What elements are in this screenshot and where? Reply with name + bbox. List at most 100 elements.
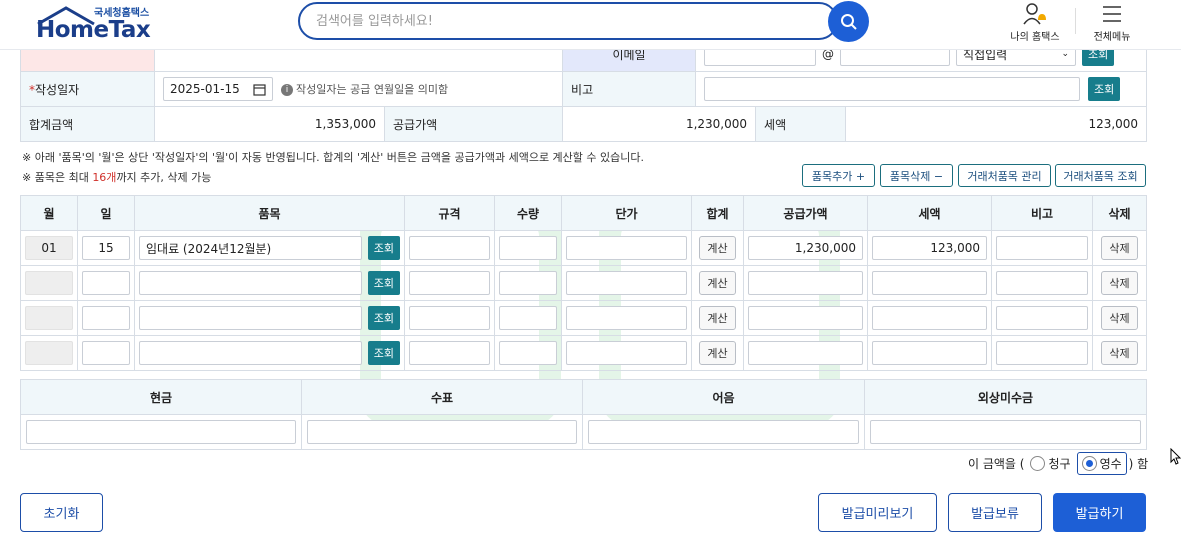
- tax-amount-value: 123,000: [845, 106, 1148, 142]
- item-remarks-input[interactable]: [996, 306, 1088, 330]
- total-amount-value: 1,353,000: [154, 106, 385, 142]
- day-input[interactable]: [82, 236, 130, 260]
- item-remarks-input[interactable]: [996, 271, 1088, 295]
- spec-input[interactable]: [409, 306, 490, 330]
- supply-input[interactable]: [748, 236, 863, 260]
- col-day: 일: [77, 195, 135, 231]
- delete-row-button[interactable]: 삭제: [1101, 271, 1138, 295]
- amount-type-selector: 이 금액을 ( 청구 영수 ) 함: [968, 452, 1148, 475]
- delete-row-button[interactable]: 삭제: [1101, 236, 1138, 260]
- search-input[interactable]: [300, 4, 800, 38]
- qty-input[interactable]: [499, 236, 557, 260]
- table-row: 조회 계산 삭제: [20, 300, 1147, 336]
- supply-amount-label: 공급가액: [383, 106, 564, 142]
- tax-amount-label: 세액: [755, 106, 847, 142]
- calc-button[interactable]: 계산: [699, 271, 736, 295]
- amount-prefix: 이 금액을 (: [968, 457, 1025, 471]
- receivable-input[interactable]: [870, 420, 1141, 444]
- supply-input[interactable]: [748, 271, 863, 295]
- qty-input[interactable]: [499, 306, 557, 330]
- payment-table: 현금 수표 어음 외상미수금: [20, 379, 1147, 450]
- col-tax: 세액: [867, 195, 992, 231]
- supply-input[interactable]: [748, 306, 863, 330]
- calendar-icon[interactable]: [253, 83, 266, 96]
- col-note: 어음: [582, 379, 865, 415]
- my-hometax-label: 나의 홈택스: [1010, 32, 1060, 43]
- hold-issue-button[interactable]: 발급보류: [948, 493, 1042, 532]
- remove-item-button[interactable]: 품목삭제 −: [880, 164, 953, 187]
- check-input[interactable]: [307, 420, 577, 444]
- add-item-button[interactable]: 품목추가 +: [802, 164, 875, 187]
- supply-input[interactable]: [748, 341, 863, 365]
- date-input[interactable]: 2025-01-15: [163, 77, 273, 101]
- month-field: [25, 306, 73, 330]
- search-button[interactable]: [828, 1, 869, 42]
- qty-input[interactable]: [499, 341, 557, 365]
- radio-receipt-option[interactable]: 영수: [1076, 452, 1127, 475]
- issue-button[interactable]: 발급하기: [1053, 493, 1146, 532]
- full-menu-label: 전체메뉴: [1093, 32, 1131, 43]
- col-delete: 삭제: [1092, 195, 1147, 231]
- unit-price-input[interactable]: [566, 236, 687, 260]
- item-lookup-button[interactable]: 조회: [367, 306, 400, 330]
- col-item: 품목: [134, 195, 405, 231]
- day-input[interactable]: [82, 271, 130, 295]
- promissory-note-input[interactable]: [588, 420, 859, 444]
- logo-text: HomeTax: [36, 17, 151, 43]
- tax-input[interactable]: [872, 341, 987, 365]
- radio-receipt[interactable]: [1081, 456, 1097, 471]
- remarks-lookup-button[interactable]: 조회: [1088, 77, 1121, 101]
- tax-input[interactable]: [872, 306, 987, 330]
- col-check: 수표: [301, 379, 583, 415]
- radio-claim[interactable]: [1030, 456, 1046, 471]
- item-name-input[interactable]: [139, 271, 362, 295]
- cash-input[interactable]: [26, 420, 296, 444]
- manage-partner-items-button[interactable]: 거래처품목 관리: [958, 164, 1051, 187]
- col-sum: 합계: [691, 195, 744, 231]
- hometax-logo[interactable]: 국세청홈택스 HomeTax: [36, 4, 156, 44]
- spec-input[interactable]: [409, 271, 490, 295]
- amount-suffix: ) 함: [1128, 457, 1149, 471]
- day-input[interactable]: [82, 341, 130, 365]
- tax-input[interactable]: [872, 271, 987, 295]
- item-name-input[interactable]: [139, 341, 362, 365]
- item-lookup-button[interactable]: 조회: [367, 236, 400, 260]
- item-lookup-button[interactable]: 조회: [367, 271, 400, 295]
- radio-claim-option[interactable]: 청구: [1030, 455, 1071, 472]
- invoice-info-table: 이메일 @ 직접입력 ⌄ 조회 *작성일자 2025-01-15 i 작성일자는…: [20, 36, 1148, 142]
- calc-button[interactable]: 계산: [699, 236, 736, 260]
- item-name-input[interactable]: [139, 306, 362, 330]
- delete-row-button[interactable]: 삭제: [1101, 306, 1138, 330]
- date-label: *작성일자: [20, 71, 155, 107]
- my-hometax-button[interactable]: 나의 홈택스: [1007, 2, 1063, 43]
- preview-issue-button[interactable]: 발급미리보기: [818, 493, 937, 532]
- month-field: [25, 341, 73, 365]
- search-box: [298, 2, 838, 40]
- delete-row-button[interactable]: 삭제: [1101, 341, 1138, 365]
- col-supply: 공급가액: [743, 195, 868, 231]
- chevron-down-icon: ⌄: [1061, 49, 1070, 59]
- col-month: 월: [20, 195, 78, 231]
- reset-button[interactable]: 초기화: [20, 493, 103, 532]
- items-table: 월 일 품목 규격 수량 단가 합계 공급가액 세액 비고 삭제 01 조회 계…: [20, 195, 1147, 371]
- lookup-partner-items-button[interactable]: 거래처품목 조회: [1055, 164, 1146, 187]
- qty-input[interactable]: [499, 271, 557, 295]
- item-remarks-input[interactable]: [996, 341, 1088, 365]
- remarks-input[interactable]: [704, 77, 1081, 101]
- supply-amount-value: 1,230,000: [562, 106, 757, 142]
- tax-input[interactable]: [872, 236, 987, 260]
- spec-input[interactable]: [409, 236, 490, 260]
- item-lookup-button[interactable]: 조회: [367, 341, 400, 365]
- unit-price-input[interactable]: [566, 306, 687, 330]
- day-input[interactable]: [82, 306, 130, 330]
- unit-price-input[interactable]: [566, 341, 687, 365]
- spec-input[interactable]: [409, 341, 490, 365]
- date-value: 2025-01-15: [170, 82, 240, 96]
- info-icon: i: [281, 84, 293, 96]
- full-menu-button[interactable]: 전체메뉴: [1088, 2, 1136, 43]
- unit-price-input[interactable]: [566, 271, 687, 295]
- calc-button[interactable]: 계산: [699, 341, 736, 365]
- item-name-input[interactable]: [139, 236, 362, 260]
- item-remarks-input[interactable]: [996, 236, 1088, 260]
- calc-button[interactable]: 계산: [699, 306, 736, 330]
